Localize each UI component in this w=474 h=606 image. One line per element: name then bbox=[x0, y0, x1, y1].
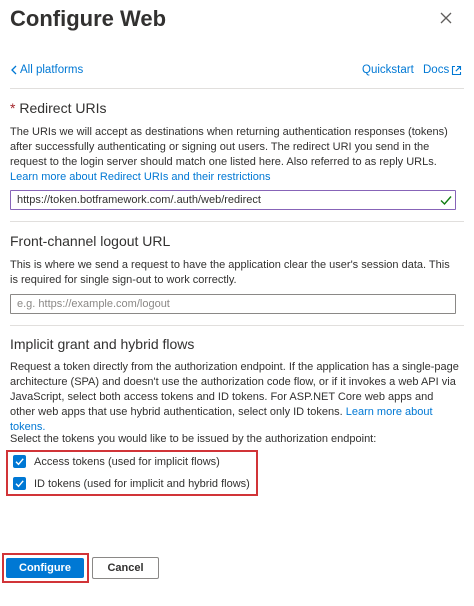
cancel-button[interactable]: Cancel bbox=[92, 557, 159, 579]
quickstart-link[interactable]: Quickstart bbox=[362, 64, 414, 76]
valid-checkmark-icon bbox=[439, 193, 453, 207]
redirect-uris-learn-more-link[interactable]: Learn more about Redirect URIs and their… bbox=[10, 171, 270, 183]
access-tokens-label: Access tokens (used for implicit flows) bbox=[34, 455, 220, 468]
implicit-grant-description: Request a token directly from the author… bbox=[10, 360, 460, 435]
redirect-uris-description: The URIs we will accept as destinations … bbox=[10, 125, 460, 185]
checkbox-checked-icon bbox=[13, 455, 26, 468]
checkbox-checked-icon bbox=[13, 477, 26, 490]
docs-link-label: Docs bbox=[423, 64, 450, 76]
access-tokens-checkbox[interactable]: Access tokens (used for implicit flows) bbox=[13, 455, 220, 468]
implicit-grant-heading: Implicit grant and hybrid flows bbox=[10, 336, 195, 352]
external-link-icon bbox=[452, 65, 462, 75]
redirect-uri-input[interactable] bbox=[10, 190, 456, 210]
required-marker: * bbox=[10, 100, 16, 116]
configure-button[interactable]: Configure bbox=[6, 558, 84, 578]
logout-url-description: This is where we send a request to have … bbox=[10, 259, 450, 286]
header-divider bbox=[10, 88, 464, 89]
section-divider-1 bbox=[10, 221, 464, 222]
logout-url-input[interactable] bbox=[10, 294, 456, 314]
redirect-uris-heading-text: Redirect URIs bbox=[19, 100, 107, 116]
docs-link[interactable]: Docs bbox=[423, 64, 462, 76]
chevron-left-icon bbox=[11, 65, 17, 75]
id-tokens-checkbox[interactable]: ID tokens (used for implicit and hybrid … bbox=[13, 477, 250, 490]
redirect-uris-description-text: The URIs we will accept as destinations … bbox=[10, 126, 448, 168]
panel-title: Configure Web bbox=[10, 6, 167, 31]
token-select-prompt: Select the tokens you would like to be i… bbox=[10, 433, 377, 445]
section-divider-2 bbox=[10, 325, 464, 326]
logout-url-heading: Front-channel logout URL bbox=[10, 233, 171, 249]
close-icon[interactable] bbox=[437, 9, 455, 27]
id-tokens-label: ID tokens (used for implicit and hybrid … bbox=[34, 477, 250, 490]
redirect-uris-heading: * Redirect URIs bbox=[10, 100, 106, 116]
back-link-label: All platforms bbox=[20, 64, 84, 76]
back-link[interactable]: All platforms bbox=[10, 64, 83, 76]
